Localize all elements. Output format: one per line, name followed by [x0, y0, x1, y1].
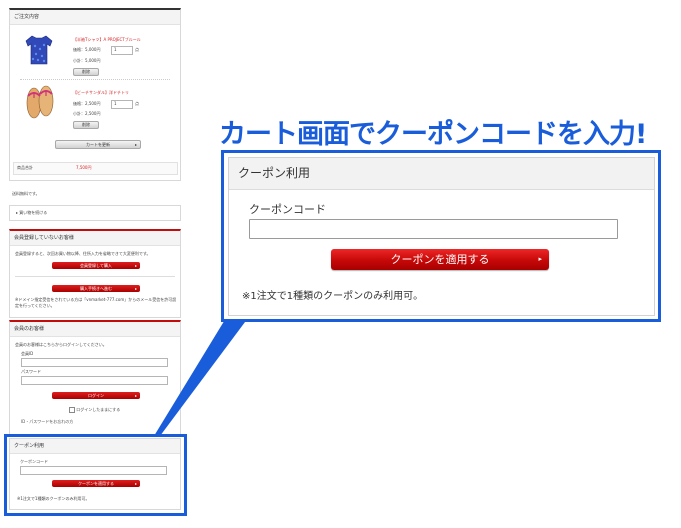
continue-shopping-link[interactable]: ▸ 買い物を続ける [16, 210, 47, 216]
forgot-link[interactable]: ID・パスワードをお忘れの方 [21, 419, 73, 425]
highlight-frame-zoom: クーポン利用 クーポンコード クーポンを適用する ▸ ※1注文で1種類のクーポン… [221, 150, 661, 322]
item-qty-input-1[interactable]: 1 [111, 46, 133, 55]
caret-right-icon: ▸ [538, 255, 542, 263]
update-cart-button[interactable]: カートを更新 ▸ [55, 140, 141, 149]
order-panel-title: ご注文内容 [10, 10, 180, 25]
item-price-1: 価格：5,000円 [73, 47, 101, 52]
caret-right-icon: ▸ [134, 142, 137, 147]
order-total-label: 商品合計 [17, 165, 33, 170]
delete-button-1[interactable]: 削除 [73, 68, 99, 76]
coupon-zoom-code-input[interactable] [249, 219, 618, 239]
callout-connector [154, 318, 248, 436]
keep-login-checkbox[interactable] [69, 407, 75, 413]
order-total-value: 7,500円 [76, 165, 92, 170]
order-total-row: 商品合計 7,500円 [13, 162, 178, 175]
item-qty-unit-1: 点 [135, 47, 139, 52]
login-button[interactable]: ログイン ▸ [52, 392, 140, 399]
item-qty-input-2[interactable]: 1 [111, 100, 133, 109]
highlight-frame-small [4, 434, 187, 516]
item-price-2: 価格：2,500円 [73, 101, 101, 106]
guest-panel: 会員登録していないお客様 会員登録すると、次回お買い物以降、住所入力を省略できて… [9, 229, 181, 318]
keep-login-row[interactable]: ログインしたままにする [69, 407, 120, 413]
delete-button-2[interactable]: 削除 [73, 121, 99, 129]
guest-panel-title: 会員登録していないお客様 [10, 231, 180, 246]
member-id-label: 会員ID [21, 351, 34, 356]
coupon-zoom-note: ※1注文で1種類のクーポンのみ利用可。 [242, 291, 424, 302]
register-purchase-button[interactable]: 会員登録して購入 ▸ [52, 262, 140, 269]
member-password-input[interactable] [21, 376, 168, 385]
item-divider [20, 79, 170, 80]
member-password-label: パスワード [21, 369, 41, 374]
headline: カート画面でクーポンコードを入力! [219, 119, 647, 150]
item-name-1[interactable]: 【半袖Tシャツ】A PROJECTブルール [73, 37, 141, 43]
caret-right-icon: ▸ [134, 263, 137, 268]
proceed-checkout-button[interactable]: 購入手続きへ進む ▸ [52, 285, 140, 292]
continue-shopping-box: ▸ 買い物を続ける [9, 205, 181, 221]
coupon-zoom-title: クーポン利用 [229, 158, 654, 190]
guest-divider [15, 276, 175, 277]
member-id-input[interactable] [21, 358, 168, 367]
caret-right-icon: ▸ [134, 393, 137, 398]
item-qty-unit-2: 点 [135, 101, 139, 106]
item-subtotal-1: 小計：5,000円 [73, 58, 101, 63]
member-description: 会員のお客様はこちらからログインしてください。 [15, 342, 107, 347]
coupon-zoom-code-label: クーポンコード [249, 203, 326, 216]
guest-description: 会員登録すると、次回お買い物以降、住所入力を省略できて大変便利です。 [15, 251, 151, 256]
item-name-2[interactable]: 【ビーチサンダル】洋ドチトリ [73, 90, 129, 96]
product-image-sandals [24, 84, 56, 120]
coupon-zoom-panel: クーポン利用 クーポンコード クーポンを適用する ▸ ※1注文で1種類のクーポン… [228, 157, 655, 316]
caret-right-icon: ▸ [134, 286, 137, 291]
product-image-shirt [24, 34, 54, 66]
coupon-zoom-apply-button[interactable]: クーポンを適用する ▸ [331, 249, 549, 270]
domain-note: ※ドメイン指定受信をされている方は「vnmarket-777.com」からのメー… [15, 297, 177, 308]
order-panel: ご注文内容 【半袖Tシャツ】A PROJECTブルール 価格：5,000円 1 … [9, 8, 181, 181]
item-subtotal-2: 小計：2,500円 [73, 111, 101, 116]
shipping-note: 送料無料です。 [12, 191, 40, 196]
